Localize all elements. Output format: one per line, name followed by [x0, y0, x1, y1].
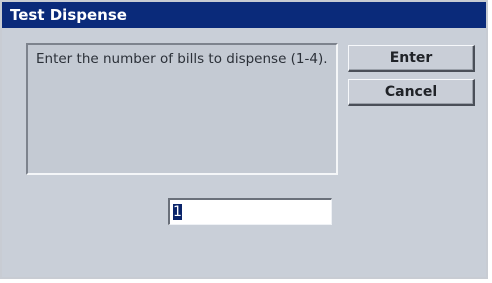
prompt-panel: Enter the number of bills to dispense (1… [26, 43, 338, 175]
prompt-text: Enter the number of bills to dispense (1… [36, 51, 328, 67]
cancel-button[interactable]: Cancel [348, 79, 475, 106]
quantity-input-frame[interactable]: 1 [168, 198, 332, 225]
dialog-title: Test Dispense [2, 2, 486, 28]
test-dispense-dialog: Test Dispense Enter the number of bills … [0, 0, 488, 279]
quantity-input[interactable] [170, 200, 331, 224]
enter-button[interactable]: Enter [348, 45, 475, 72]
